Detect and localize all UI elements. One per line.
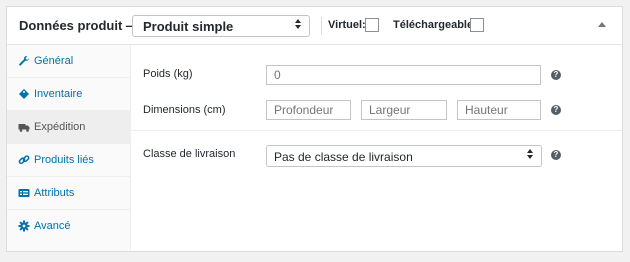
help-icon[interactable]: ? <box>551 105 561 115</box>
panel-header: Données produit — Produit simple Virtuel… <box>7 7 622 45</box>
virtual-checkbox[interactable] <box>365 18 379 32</box>
tab-label: Inventaire <box>34 88 83 100</box>
tab-advanced[interactable]: Avancé <box>7 210 131 243</box>
list-card-icon <box>18 187 30 199</box>
tab-inventory[interactable]: Inventaire <box>7 78 131 111</box>
shipping-class-value: Pas de classe de livraison <box>274 150 413 164</box>
length-input[interactable] <box>266 100 351 120</box>
dimensions-label: Dimensions (cm) <box>143 104 226 116</box>
wrench-icon <box>18 55 30 67</box>
downloadable-checkbox[interactable] <box>470 18 484 32</box>
truck-icon <box>18 121 30 133</box>
product-type-value: Produit simple <box>143 19 234 34</box>
weight-input[interactable] <box>266 65 541 85</box>
weight-label: Poids (kg) <box>143 68 193 80</box>
product-type-select[interactable]: Produit simple <box>132 15 310 37</box>
downloadable-label: Téléchargeable: <box>393 19 477 31</box>
select-arrows-icon <box>295 19 301 29</box>
help-icon[interactable]: ? <box>551 150 561 160</box>
panel-title: Données produit — <box>19 18 139 33</box>
tab-label: Produits liés <box>34 154 94 166</box>
collapse-toggle-icon[interactable] <box>598 22 606 27</box>
tab-attributes[interactable]: Attributs <box>7 177 131 210</box>
tag-icon <box>18 88 30 100</box>
height-input[interactable] <box>457 100 541 120</box>
width-input[interactable] <box>361 100 447 120</box>
gear-icon <box>18 220 30 232</box>
tab-label: Avancé <box>34 220 71 232</box>
link-icon <box>18 154 30 166</box>
tab-shipping[interactable]: Expédition <box>7 111 131 144</box>
shipping-panel: Poids (kg) ? Dimensions (cm) ? Classe de… <box>131 45 622 251</box>
select-arrows-icon <box>527 149 533 159</box>
shipping-class-label: Classe de livraison <box>143 148 236 160</box>
tab-label: Général <box>34 55 74 67</box>
tab-linked-products[interactable]: Produits liés <box>7 144 131 177</box>
section-divider <box>131 130 622 131</box>
tab-label: Attributs <box>34 187 75 199</box>
product-data-tabs: Général Inventaire Expédition Produits l… <box>7 45 131 251</box>
tab-general[interactable]: Général <box>7 45 131 78</box>
tab-label: Expédition <box>34 121 86 133</box>
virtual-label: Virtuel: <box>328 19 366 31</box>
help-icon[interactable]: ? <box>551 70 561 80</box>
product-data-panel: Données produit — Produit simple Virtuel… <box>6 6 623 252</box>
header-separator <box>321 17 322 35</box>
shipping-class-select[interactable]: Pas de classe de livraison <box>266 145 542 167</box>
